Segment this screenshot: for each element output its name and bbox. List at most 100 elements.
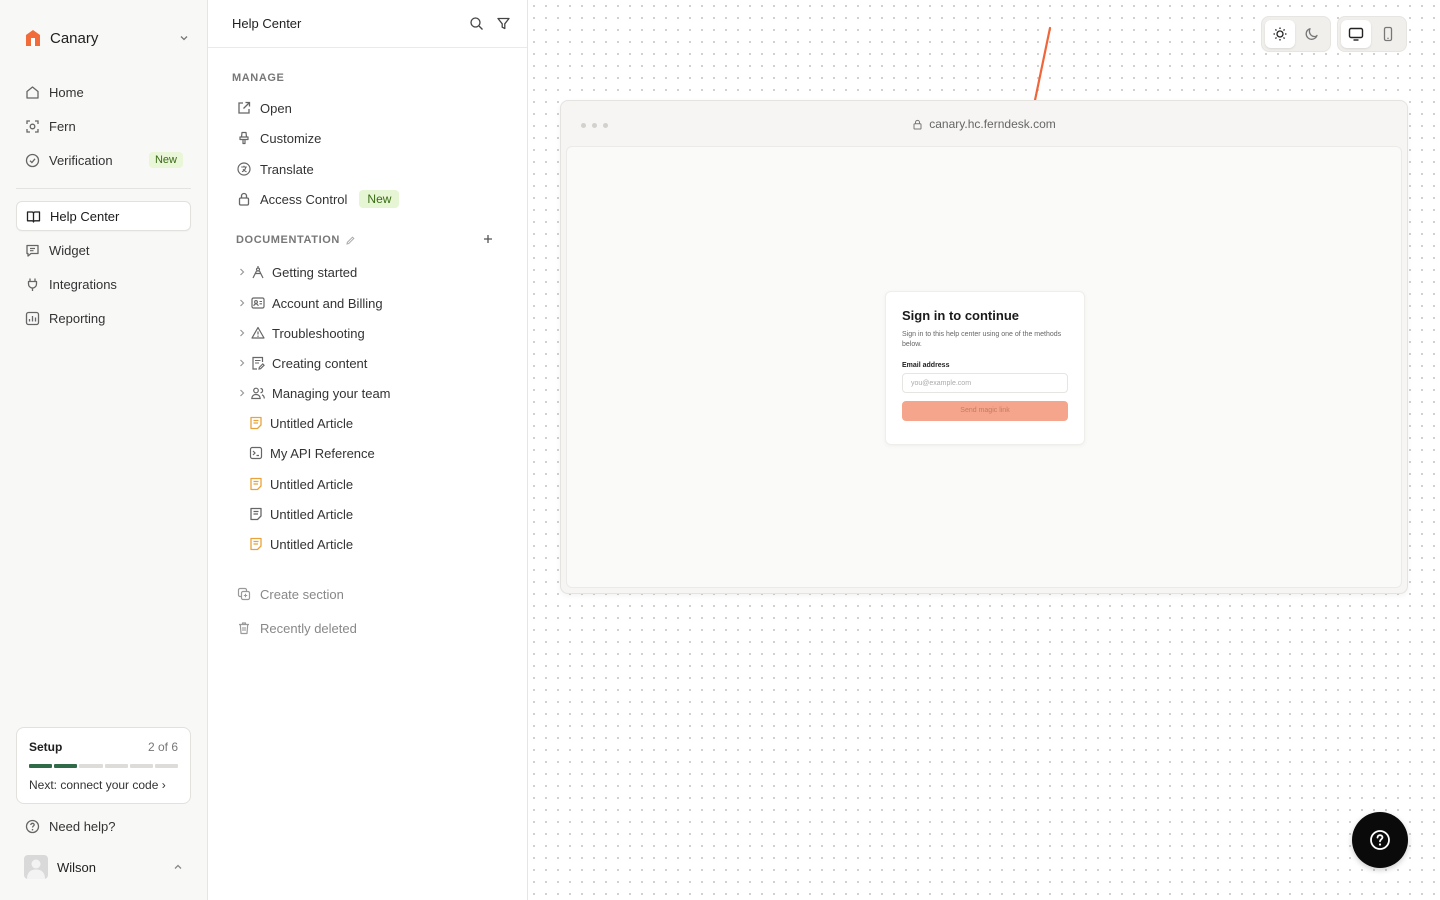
- translate-icon: [237, 162, 251, 176]
- app-sidebar: Canary Home Fern Verification New Help C…: [0, 0, 208, 900]
- email-label: Email address: [902, 362, 950, 369]
- draft-article-icon: [250, 537, 262, 551]
- doc-article-untitled-1[interactable]: Untitled Article: [248, 412, 353, 434]
- monitor-icon: [1348, 27, 1364, 41]
- progress-segment: [79, 764, 103, 768]
- doc-item-label: Account and Billing: [272, 295, 383, 311]
- setup-next-step-link[interactable]: Next: connect your code ›: [29, 778, 178, 792]
- nav-divider: [16, 188, 191, 189]
- setup-progress-card[interactable]: Setup 2 of 6 Next: connect your code ›: [16, 727, 191, 804]
- mobile-view-button[interactable]: [1373, 20, 1403, 48]
- users-icon: [251, 387, 265, 400]
- doc-item-label: Untitled Article: [270, 476, 354, 492]
- doc-article-untitled-4[interactable]: Untitled Article: [248, 533, 353, 555]
- terminal-icon: [249, 446, 263, 460]
- manage-item-label: Access Control: [260, 191, 348, 207]
- nav-item-fern[interactable]: Fern: [16, 111, 191, 141]
- chevron-right-icon[interactable]: [236, 266, 248, 278]
- question-circle-icon: [1370, 830, 1390, 850]
- recently-deleted-label: Recently deleted: [260, 620, 357, 636]
- chevron-down-icon: [180, 36, 188, 41]
- filter-icon[interactable]: [496, 16, 511, 31]
- nav-item-label: Help Center: [50, 208, 120, 224]
- add-document-plus-icon[interactable]: [480, 231, 496, 247]
- phone-icon: [1383, 26, 1393, 42]
- manage-translate[interactable]: Translate: [236, 158, 314, 180]
- article-icon: [250, 507, 262, 521]
- doc-article-untitled-2[interactable]: Untitled Article: [248, 473, 353, 495]
- sun-icon: [1273, 27, 1287, 41]
- need-help-label: Need help?: [49, 819, 116, 834]
- light-mode-button[interactable]: [1265, 20, 1295, 48]
- nav-item-widget[interactable]: Widget: [16, 235, 191, 265]
- document-edit-icon: [252, 356, 265, 370]
- doc-section-account-billing[interactable]: Account and Billing: [236, 292, 383, 314]
- progress-segment: [54, 764, 78, 768]
- chevron-right-icon[interactable]: [236, 387, 248, 399]
- send-magic-link-button[interactable]: Send magic link: [902, 401, 1068, 421]
- nav-item-integrations[interactable]: Integrations: [16, 269, 191, 299]
- doc-item-label: Untitled Article: [270, 506, 354, 522]
- doc-section-creating-content[interactable]: Creating content: [236, 352, 367, 374]
- documentation-label: DOCUMENTATION: [236, 234, 340, 246]
- manage-open[interactable]: Open: [236, 97, 292, 119]
- recently-deleted-link[interactable]: Recently deleted: [236, 617, 357, 639]
- fern-icon: [26, 119, 39, 133]
- trash-icon: [239, 622, 249, 635]
- doc-item-label: Managing your team: [272, 385, 391, 401]
- doc-article-untitled-3[interactable]: Untitled Article: [248, 503, 353, 525]
- device-toggle: [1337, 16, 1407, 52]
- add-section-icon: [237, 587, 251, 601]
- documentation-section-label: DOCUMENTATION: [236, 234, 356, 246]
- brush-icon: [239, 131, 249, 145]
- user-menu[interactable]: Wilson: [24, 854, 184, 880]
- nav-item-label: Reporting: [49, 310, 106, 326]
- lock-icon: [913, 119, 922, 129]
- need-help-link[interactable]: Need help?: [24, 818, 116, 835]
- edit-pencil-icon[interactable]: [345, 235, 356, 246]
- doc-section-getting-started[interactable]: Getting started: [236, 261, 357, 283]
- signin-card: Sign in to continue Sign in to this help…: [885, 291, 1085, 445]
- warning-icon: [251, 326, 265, 339]
- signpost-icon: [252, 266, 264, 279]
- nav-item-label: Fern: [49, 118, 76, 134]
- manage-section-label: MANAGE: [232, 72, 285, 84]
- manage-item-label: Translate: [260, 161, 314, 177]
- manage-customize[interactable]: Customize: [236, 127, 321, 149]
- progress-segment: [29, 764, 53, 768]
- dark-mode-button[interactable]: [1297, 20, 1327, 48]
- doc-item-label: Creating content: [272, 355, 368, 371]
- nav-main: Help Center Widget Integrations Reportin…: [16, 201, 191, 337]
- nav-item-help-center[interactable]: Help Center: [16, 201, 191, 231]
- chevron-right-icon[interactable]: [236, 357, 248, 369]
- help-chat-button[interactable]: [1352, 812, 1408, 868]
- nav-item-home[interactable]: Home: [16, 77, 191, 107]
- desktop-view-button[interactable]: [1341, 20, 1371, 48]
- plug-icon: [27, 278, 38, 291]
- new-badge: New: [359, 190, 400, 208]
- book-icon: [26, 210, 41, 223]
- nav-item-reporting[interactable]: Reporting: [16, 303, 191, 333]
- chevron-up-icon: [174, 864, 182, 869]
- doc-item-label: Getting started: [272, 264, 358, 280]
- preview-viewport: Sign in to continue Sign in to this help…: [566, 146, 1402, 588]
- setup-count: 2 of 6: [147, 740, 178, 754]
- signin-title: Sign in to continue: [902, 308, 1019, 323]
- chevron-right-icon[interactable]: [236, 297, 248, 309]
- doc-section-managing-team[interactable]: Managing your team: [236, 382, 391, 404]
- chevron-right-icon[interactable]: [236, 327, 248, 339]
- workspace-switcher[interactable]: Canary: [16, 24, 192, 52]
- manage-access-control[interactable]: Access Control New: [236, 188, 400, 210]
- search-icon[interactable]: [469, 16, 484, 31]
- doc-item-label: Untitled Article: [270, 536, 354, 552]
- email-field[interactable]: you@example.com: [902, 373, 1068, 393]
- progress-segment: [104, 764, 128, 768]
- chart-icon: [25, 311, 40, 325]
- canary-logo-icon: [26, 30, 40, 46]
- nav-item-verification[interactable]: Verification New: [16, 145, 191, 175]
- create-section-button[interactable]: Create section: [236, 583, 344, 605]
- doc-article-api-reference[interactable]: My API Reference: [248, 442, 375, 464]
- nav-top: Home Fern Verification New: [16, 77, 191, 179]
- doc-section-troubleshooting[interactable]: Troubleshooting: [236, 322, 365, 344]
- new-badge: New: [148, 152, 183, 168]
